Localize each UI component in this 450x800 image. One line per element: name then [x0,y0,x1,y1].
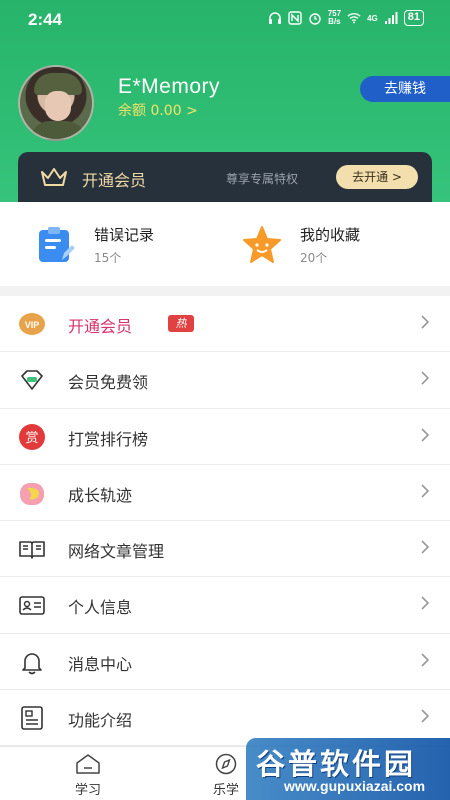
net-speed-unit: B/s [328,17,341,26]
menu-item-articles[interactable]: 网络文章管理 [0,521,450,578]
watermark-logo: 谷普软件园 www.gupuxiazai.com [246,738,450,800]
tab-label: 学习 [74,783,101,798]
battery-indicator: 81 [403,10,424,26]
username[interactable]: E*Memory [118,75,220,99]
document-icon [21,706,43,730]
chevron-right-icon [421,596,430,611]
shortcut-error-records[interactable]: 错误记录 15个 [36,202,236,286]
reward-icon: 赏 [19,423,45,450]
status-bar: 2:44 757 B/s 4G 81 [0,0,450,40]
book-icon [19,541,45,559]
shortcut-favorites[interactable]: 我的收藏 20个 [242,202,442,286]
watermark-url: www.gupuxiazai.com [284,778,426,794]
menu-item-profile-info[interactable]: 个人信息 [0,577,450,634]
chevron-right-icon [421,709,430,723]
menu-item-label: 会员免费领 [68,373,149,393]
status-icons: 757 B/s 4G 81 [268,10,424,26]
vip-banner[interactable]: 开通会员 尊享专属特权 去开通 > [18,152,432,202]
clipboard-icon [39,227,75,262]
menu-item-reward-rank[interactable]: 赏 打赏排行榜 [0,409,450,465]
avatar-face [45,91,71,121]
id-card-icon [19,596,45,616]
vip-banner-subtitle: 尊享专属特权 [226,172,299,186]
status-time: 2:44 [28,10,63,29]
shortcut-count: 15个 [94,251,122,265]
nfc-icon [288,11,302,25]
chevron-right-icon [421,540,430,554]
chevron-right-icon [421,653,430,667]
wifi-icon [347,13,361,24]
compass-icon [215,753,237,775]
menu-item-label: 成长轨迹 [68,485,133,505]
bell-icon [22,652,42,675]
vip-banner-title: 开通会员 [82,171,147,190]
net-speed: 757 B/s [328,10,341,26]
chevron-right-icon [421,371,430,385]
balance-link[interactable]: 余额 0.00 > [118,100,198,120]
menu-item-growth[interactable]: 成长轨迹 [0,465,450,522]
menu-item-label: 功能介绍 [68,711,133,731]
vip-icon: VIP [19,313,45,335]
section-divider [0,286,450,296]
shortcut-section: 错误记录 15个 我的收藏 20个 [0,202,450,286]
settings-menu: VIP 开通会员 热 会员免费领 赏 打赏排行榜 成长轨迹 网络文章管理 个人信… [0,296,450,747]
star-icon [243,226,281,263]
headphones-icon [268,12,281,24]
watermark-title: 谷普软件园 [256,747,417,781]
signal-label: 4G [367,13,378,23]
menu-item-vip[interactable]: VIP 开通会员 热 [0,296,450,353]
crown-icon [41,168,67,186]
menu-item-label: 消息中心 [68,654,133,674]
chevron-right-icon [421,428,430,442]
avatar[interactable] [18,65,94,141]
earn-money-button[interactable]: 去赚钱 [360,76,450,102]
signal-icon [384,12,398,24]
growth-icon [20,482,44,505]
chevron-right-icon [421,484,430,498]
vip-open-button[interactable]: 去开通 > [336,165,418,189]
alarm-icon [309,13,321,25]
menu-item-label: 打赏排行榜 [68,429,149,449]
menu-item-label: 网络文章管理 [68,542,165,562]
shortcut-count: 20个 [300,251,328,265]
chevron-right-icon [421,315,430,329]
avatar-body [30,121,86,139]
menu-item-label: 个人信息 [68,598,133,618]
diamond-icon [21,370,43,391]
shortcut-title: 错误记录 [94,226,155,244]
hot-badge: 热 [168,315,194,332]
shortcut-title: 我的收藏 [300,226,361,244]
menu-item-label: 开通会员 [68,317,133,336]
home-icon [76,754,100,774]
menu-item-messages[interactable]: 消息中心 [0,634,450,691]
reward-icon-text: 赏 [25,431,38,446]
svg-text:VIP: VIP [25,320,40,330]
menu-item-free-vip[interactable]: 会员免费领 [0,352,450,409]
tab-study[interactable]: 学习 [58,751,118,799]
